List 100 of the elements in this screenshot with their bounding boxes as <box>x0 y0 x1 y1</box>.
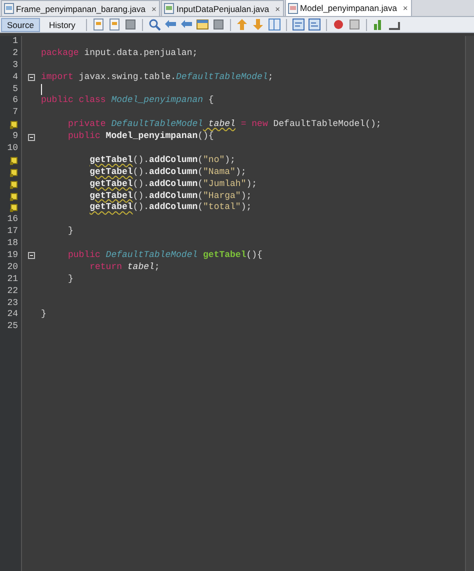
code-token: ); <box>240 190 252 202</box>
code-token: input.data.penjualan; <box>83 48 198 60</box>
code-token: javax.swing.table. <box>78 72 176 84</box>
view-button[interactable]: Source <box>1 18 40 32</box>
line-number: 25 <box>7 321 18 334</box>
file-tab[interactable]: InputDataPenjualan.java × <box>161 0 284 16</box>
code-token: tabel <box>207 119 236 132</box>
hint-bulb-icon[interactable] <box>10 121 18 130</box>
line-number: 19 <box>7 250 18 262</box>
close-button[interactable]: × <box>402 3 408 13</box>
code-token: ( <box>198 154 204 167</box>
file-icon <box>288 2 298 14</box>
code-token: getTabel <box>90 190 133 202</box>
code-token: getTabel <box>90 166 133 179</box>
code-token: addColumn <box>149 202 198 214</box>
code-token: private <box>68 119 106 132</box>
file-icon <box>4 3 14 14</box>
line-number: 23 <box>7 298 18 310</box>
line-number: 17 <box>7 226 18 238</box>
line-number: 18 <box>7 238 18 250</box>
view-button[interactable]: History <box>42 18 82 32</box>
code-token: } <box>68 226 74 238</box>
stop-icon[interactable] <box>348 18 362 31</box>
hint-bulb-icon[interactable] <box>10 180 18 189</box>
code-token: (). <box>132 202 150 214</box>
hint-bulb-icon[interactable] <box>10 156 18 165</box>
record-icon[interactable] <box>332 18 346 31</box>
code-token: DefaultTableModel <box>110 119 204 132</box>
code-token: (){ <box>246 250 262 262</box>
code-token: ( <box>198 178 204 191</box>
code-token: ( <box>198 190 204 202</box>
comment-icon[interactable] <box>292 18 306 31</box>
code-token: new <box>250 119 268 132</box>
hint-bulb-icon[interactable] <box>10 192 18 201</box>
code-token: Model_penyimpanan <box>104 131 198 144</box>
code-token: addColumn <box>149 154 198 167</box>
code-token: package <box>41 48 79 60</box>
code-token: return <box>90 262 122 274</box>
line-number: 1 <box>12 36 18 48</box>
code-token: Model_penyimpanan <box>110 95 204 108</box>
file-tab[interactable]: Frame_penyimpanan_barang.java × <box>1 0 160 16</box>
line-number: 7 <box>12 107 18 120</box>
scroll-bar[interactable] <box>465 36 474 571</box>
file-icon[interactable] <box>92 18 106 31</box>
code-token: "no" <box>203 154 225 167</box>
code-token: (). <box>132 166 150 179</box>
collapse-icon[interactable] <box>28 74 35 82</box>
line-number: 21 <box>7 274 18 286</box>
code-token: getTabel <box>202 250 246 262</box>
line-number: 24 <box>7 309 18 322</box>
line-number: 10 <box>7 143 18 155</box>
line-number: 9 <box>12 131 18 144</box>
code-token: ; <box>154 262 160 274</box>
code-token: public class <box>41 95 106 108</box>
code-token: ); <box>240 202 252 214</box>
code-token: getTabel <box>90 178 133 191</box>
code-token: DefaultTableModel(); <box>272 119 382 132</box>
hint-bulb-icon[interactable] <box>10 204 18 212</box>
uncomment-icon[interactable] <box>308 18 322 31</box>
code-token: public <box>68 131 100 144</box>
code-token: DefaultTableModel <box>104 250 198 262</box>
code-token: ( <box>198 166 204 179</box>
code-token: (). <box>132 178 150 191</box>
code-token: "Harga" <box>203 190 241 202</box>
collapse-icon[interactable] <box>28 252 35 260</box>
split-icon[interactable] <box>268 18 282 31</box>
code-token: getTabel <box>90 202 133 214</box>
code-token: ); <box>224 154 236 167</box>
code-token: ( <box>198 202 204 214</box>
code-token: "Jumlah" <box>203 178 246 191</box>
line-number: 5 <box>12 84 18 96</box>
code-token: getTabel <box>90 154 133 167</box>
code-token: DefaultTableModel <box>176 72 268 84</box>
code-token: (). <box>132 154 150 167</box>
code-token: "total" <box>203 202 241 214</box>
hint-bulb-icon[interactable] <box>10 168 18 177</box>
tab-label: InputDataPenjualan.java <box>176 4 270 14</box>
file-icon[interactable] <box>108 18 122 31</box>
line-number: 20 <box>7 262 18 274</box>
search-icon[interactable] <box>148 18 162 31</box>
tab-label: Frame_penyimpanan_barang.java <box>16 4 146 14</box>
code-token: (). <box>132 190 150 202</box>
close-button[interactable]: × <box>275 4 280 14</box>
line-number: 6 <box>12 95 18 108</box>
close-button[interactable]: × <box>151 4 156 14</box>
code-token: "Nama" <box>203 166 236 179</box>
window-icon[interactable] <box>196 18 210 31</box>
line-number: 22 <box>7 286 18 298</box>
square-icon[interactable] <box>124 18 138 31</box>
code-token: } <box>68 274 74 286</box>
file-tab[interactable]: Model_penyimpanan.java × <box>285 0 412 16</box>
code-token: = <box>240 119 246 132</box>
code-token: ; <box>268 72 274 84</box>
code-token: ); <box>246 178 258 191</box>
collapse-icon[interactable] <box>28 134 35 141</box>
code-token: addColumn <box>149 178 198 191</box>
code-token: (){ <box>198 131 214 144</box>
code-token: addColumn <box>149 166 198 179</box>
square-icon[interactable] <box>212 18 226 31</box>
code-token: import <box>41 72 74 84</box>
